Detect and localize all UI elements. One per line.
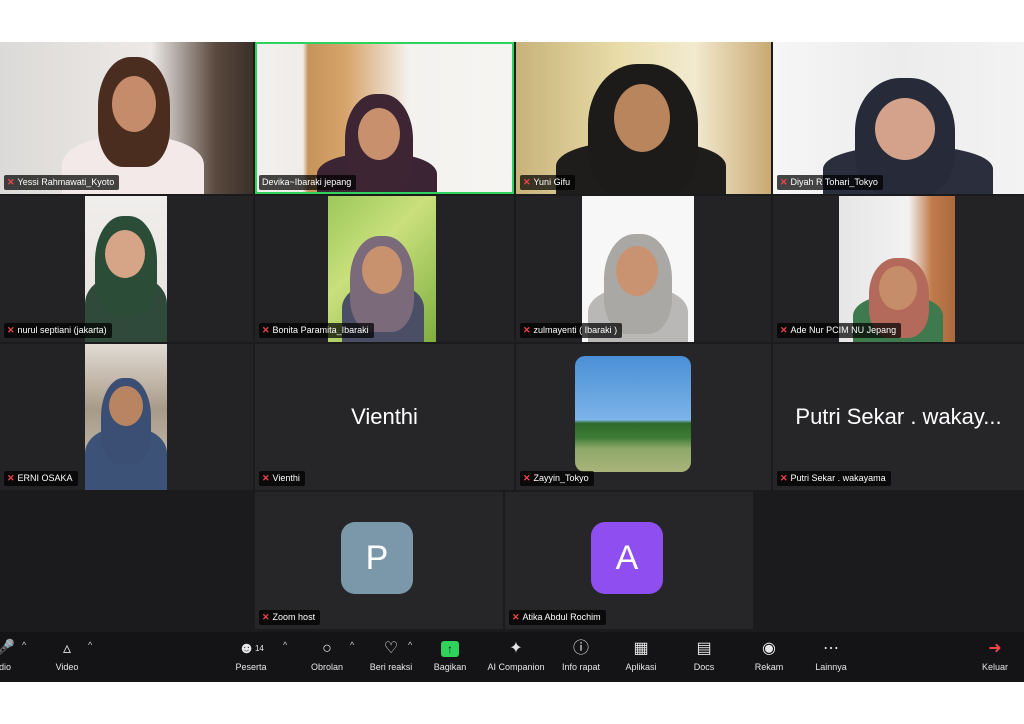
docs-button[interactable]: ▤ Docs bbox=[669, 638, 739, 672]
mic-muted-icon: ✕ bbox=[780, 325, 788, 335]
participant-display-name: Vienthi bbox=[351, 404, 418, 429]
participant-name: ✕ Yessi Rahmawati_Kyoto bbox=[4, 175, 120, 190]
mic-muted-icon: ✕ bbox=[7, 177, 15, 187]
participant-name: ✕ Diyah R Tohari_Tokyo bbox=[777, 175, 883, 190]
mic-muted-icon: ✕ bbox=[523, 325, 531, 335]
chevron-up-icon[interactable]: ^ bbox=[350, 640, 354, 650]
meeting-toolbar: 🎤 dio ^ ▵ Video ^ ☻14 Peserta ^ ○ Obrola… bbox=[0, 632, 1024, 682]
participant-name: ✕ Yuni Gifu bbox=[520, 175, 576, 190]
mic-muted-icon: ✕ bbox=[512, 612, 520, 622]
record-button[interactable]: ◉ Rekam bbox=[734, 638, 804, 672]
zoom-meeting-window: ✕ Yessi Rahmawati_Kyoto Devika~Ibaraki je… bbox=[0, 42, 1024, 682]
participant-name: ✕ Atika Abdul Rochim bbox=[509, 610, 606, 625]
record-icon: ◉ bbox=[762, 640, 776, 657]
participants-icon: ☻14 bbox=[238, 640, 264, 657]
video-tile-zoomhost[interactable]: P ✕ Zoom host bbox=[255, 492, 503, 629]
video-tile-ade[interactable]: ✕ Ade Nur PCIM NU Jepang bbox=[773, 196, 1024, 342]
video-tile-zulmayenti[interactable]: ✕ zulmayenti ( Ibaraki ) bbox=[516, 196, 771, 342]
participant-name: ✕ zulmayenti ( Ibaraki ) bbox=[520, 323, 623, 338]
apps-button[interactable]: ▦ Aplikasi bbox=[606, 638, 676, 672]
video-tile-yessi[interactable]: ✕ Yessi Rahmawati_Kyoto bbox=[0, 42, 253, 194]
participant-name: ✕ Zayyin_Tokyo bbox=[520, 471, 594, 486]
mic-muted-icon: ✕ bbox=[780, 177, 788, 187]
chevron-up-icon[interactable]: ^ bbox=[88, 640, 92, 650]
participant-name: ✕ ERNI OSAKA bbox=[4, 471, 78, 486]
video-tile-diyah[interactable]: ✕ Diyah R Tohari_Tokyo bbox=[773, 42, 1024, 194]
video-tile-bonita[interactable]: ✕ Bonita Paramita_Ibaraki bbox=[255, 196, 514, 342]
participant-name: ✕ Bonita Paramita_Ibaraki bbox=[259, 323, 374, 338]
profile-picture bbox=[575, 356, 691, 472]
more-icon: ⋯ bbox=[823, 640, 839, 657]
video-tile-putri[interactable]: Putri Sekar . wakay... ✕ Putri Sekar . wa… bbox=[773, 344, 1024, 490]
video-tile-erni[interactable]: ✕ ERNI OSAKA bbox=[0, 344, 253, 490]
video-tile-vienthi[interactable]: Vienthi ✕ Vienthi bbox=[255, 344, 514, 490]
leave-button[interactable]: ➜ Keluar bbox=[965, 638, 1024, 672]
mic-muted-icon: ✕ bbox=[7, 473, 15, 483]
video-tile-devika[interactable]: Devika~Ibaraki jepang bbox=[255, 42, 514, 194]
video-tile-nurul[interactable]: ✕ nurul septiani (jakarta) bbox=[0, 196, 253, 342]
mic-muted-icon: ✕ bbox=[780, 473, 788, 483]
mic-muted-icon: ✕ bbox=[523, 177, 531, 187]
video-tile-atika[interactable]: A ✕ Atika Abdul Rochim bbox=[505, 492, 753, 629]
participants-button[interactable]: ☻14 Peserta bbox=[216, 638, 286, 672]
share-button[interactable]: ↑ Bagikan bbox=[415, 638, 485, 672]
participant-name: ✕ Putri Sekar . wakayama bbox=[777, 471, 891, 486]
apps-icon: ▦ bbox=[633, 640, 649, 657]
video-tile-yuni[interactable]: ✕ Yuni Gifu bbox=[516, 42, 771, 194]
video-tile-zayyin[interactable]: ✕ Zayyin_Tokyo bbox=[516, 344, 771, 490]
participant-name: ✕ Ade Nur PCIM NU Jepang bbox=[777, 323, 902, 338]
mic-muted-icon: ✕ bbox=[523, 473, 531, 483]
share-arrow-icon: ↑ bbox=[441, 641, 459, 657]
participant-name: ✕ Zoom host bbox=[259, 610, 321, 625]
chevron-up-icon[interactable]: ^ bbox=[408, 640, 412, 650]
participant-name: ✕ Vienthi bbox=[259, 471, 305, 486]
avatar: A bbox=[591, 522, 663, 594]
more-button[interactable]: ⋯ Lainnya bbox=[796, 638, 866, 672]
ai-companion-button[interactable]: ✦ AI Companion bbox=[481, 638, 551, 672]
chevron-up-icon[interactable]: ^ bbox=[283, 640, 287, 650]
mic-muted-icon: ✕ bbox=[262, 325, 270, 335]
chevron-up-icon[interactable]: ^ bbox=[22, 640, 26, 650]
leave-icon: ➜ bbox=[988, 640, 1002, 657]
mic-muted-icon: ✕ bbox=[262, 612, 270, 622]
docs-icon: ▤ bbox=[696, 640, 712, 657]
participant-name: ✕ nurul septiani (jakarta) bbox=[4, 323, 112, 338]
sparkle-icon: ✦ bbox=[509, 640, 523, 657]
participant-display-name: Putri Sekar . wakay... bbox=[795, 404, 1002, 429]
participant-name: Devika~Ibaraki jepang bbox=[259, 175, 357, 190]
mic-muted-icon: ✕ bbox=[262, 473, 270, 483]
mic-muted-icon: ✕ bbox=[7, 325, 15, 335]
avatar: P bbox=[341, 522, 413, 594]
